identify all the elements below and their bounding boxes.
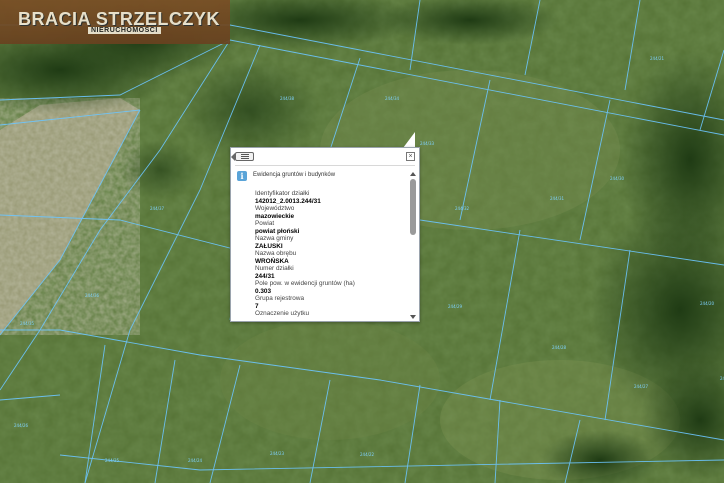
attribute-label: Numer działki <box>255 265 294 272</box>
logo-tagline: NIERUCHOMOŚCI <box>88 27 161 34</box>
attribute-value: ZAŁUSKI <box>255 242 283 250</box>
parcel-number-label: 244/19 <box>720 376 724 381</box>
attribute-label: Pole pow. w ewidencji gruntów (ha) <box>255 280 355 287</box>
parcel-number-label: 244/27 <box>634 384 649 389</box>
parcel-number-label: 244/35 <box>20 321 35 326</box>
info-icon: i <box>237 171 247 181</box>
parcel-number-label: 244/30 <box>610 176 625 181</box>
attribute-label: Grupa rejestrowa <box>255 295 305 302</box>
parcel-number-label: 244/36 <box>85 293 100 298</box>
attribute-label: Powiat <box>255 220 275 227</box>
parcel-number-label: 244/20 <box>700 301 715 306</box>
attribute-value: powiat płoński <box>255 227 300 235</box>
close-icon[interactable]: × <box>406 152 415 161</box>
parcel-number-label: 244/28 <box>552 345 567 350</box>
scroll-up-arrow[interactable] <box>410 172 416 176</box>
parcel-info-popup: × i Ewidencja gruntów i budynków Identyf… <box>230 147 420 322</box>
attribute-value: WROŃSKA <box>255 257 289 265</box>
attribute-value: 244/31 <box>255 272 275 280</box>
parcel-number-label: 244/23 <box>270 451 285 456</box>
parcel-number-label: 244/22 <box>360 452 375 457</box>
attribute-label: Oznaczenie użytku <box>255 310 309 317</box>
parcel-number-label: 244/32 <box>455 206 470 211</box>
attribute-value: 0.303 <box>255 287 271 295</box>
parcel-number-label: 244/37 <box>150 206 165 211</box>
company-logo: BRACIA STRZELCZYK NIERUCHOMOŚCI <box>0 0 230 44</box>
attribute-label: Nazwa gminy <box>255 235 294 242</box>
parcel-number-label: 244/26 <box>14 423 29 428</box>
popup-pointer <box>403 132 415 148</box>
scroll-down-arrow[interactable] <box>410 315 416 319</box>
parcel-number-label: 244/29 <box>448 304 463 309</box>
popup-header: × <box>231 148 419 166</box>
parcel-number-label: 244/33 <box>420 141 435 146</box>
scroll-thumb[interactable] <box>410 179 416 235</box>
list-back-icon[interactable] <box>231 152 254 161</box>
attribute-label: Województwo <box>255 205 295 212</box>
parcel-number-label: 244/24 <box>188 458 203 463</box>
parcel-number-label: 244/38 <box>280 96 295 101</box>
parcel-number-label: 244/34 <box>385 96 400 101</box>
parcel-number-label: 244/21 <box>650 56 665 61</box>
attribute-value: 142012_2.0013.244/31 <box>255 197 321 205</box>
attribute-list: Identyfikator działki 142012_2.0013.244/3… <box>255 190 405 318</box>
layer-title: Ewidencja gruntów i budynków <box>253 172 336 178</box>
parcel-number-label: 244/25 <box>105 458 120 463</box>
attribute-label: Nazwa obrębu <box>255 250 297 257</box>
parcel-number-label: 244/31 <box>550 196 565 201</box>
attribute-value: mazowieckie <box>255 212 295 220</box>
popup-scrollbar[interactable] <box>410 172 417 319</box>
attribute-label: Identyfikator działki <box>255 190 310 197</box>
attribute-value: 7 <box>255 302 259 310</box>
popup-divider <box>235 165 415 166</box>
